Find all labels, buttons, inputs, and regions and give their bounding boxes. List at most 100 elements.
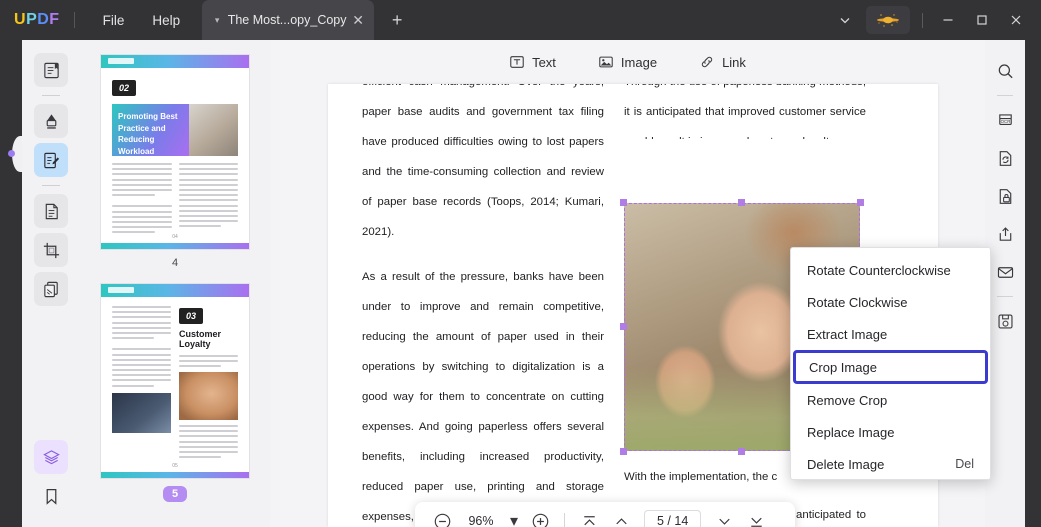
tool-sidebar: [22, 40, 80, 527]
thumbnail-panel[interactable]: 02 Promoting Best Practice and Reducing …: [80, 40, 270, 527]
resize-handle-top-left[interactable]: [620, 199, 627, 206]
menu-help[interactable]: Help: [138, 7, 194, 34]
window-right-edge: [1025, 40, 1041, 527]
menu-label-rotate-ccw: Rotate Counterclockwise: [807, 262, 951, 278]
thumb-chip-4: 02: [112, 80, 137, 96]
paragraph-2: As a result of the pressure, banks have …: [362, 271, 604, 523]
email-icon[interactable]: [990, 257, 1020, 287]
previous-page-button[interactable]: [606, 506, 636, 527]
menu-rotate-clockwise[interactable]: Rotate Clockwise: [791, 286, 990, 318]
app-shell: 02 Promoting Best Practice and Reducing …: [0, 40, 1041, 527]
right-rail-divider-1: [997, 95, 1013, 96]
search-icon[interactable]: [990, 56, 1020, 86]
page-left-column[interactable]: efficient cash management. Over the year…: [362, 84, 604, 527]
sidebar-item-annotate[interactable]: [34, 104, 68, 138]
logo-letter-d: D: [37, 11, 50, 28]
menu-replace-image[interactable]: Replace Image: [791, 416, 990, 448]
sidebar-item-reader[interactable]: [34, 53, 68, 87]
menu-label-rotate-cw: Rotate Clockwise: [807, 294, 908, 310]
document-tab[interactable]: ▾ The Most...opy_Copy ✕: [202, 0, 375, 40]
logo-letter-f: F: [49, 11, 60, 28]
window-controls-divider: [922, 12, 923, 28]
chevron-down-icon[interactable]: [828, 6, 862, 34]
resize-handle-bottom-center[interactable]: [738, 448, 745, 455]
menu-label-crop-image: Crop Image: [809, 359, 877, 375]
thumb-photo-callcenter-5: [179, 372, 238, 421]
menu-extract-image[interactable]: Extract Image: [791, 318, 990, 350]
thumbnail-number-4[interactable]: 4: [172, 257, 178, 269]
close-button[interactable]: [999, 6, 1033, 34]
menu-delete-image[interactable]: Delete Image Del: [791, 448, 990, 480]
panel-collapse-dot-icon[interactable]: [8, 150, 15, 157]
tab-close-icon[interactable]: ✕: [350, 12, 366, 29]
menu-label-delete-image: Delete Image: [807, 456, 885, 472]
resize-handle-bottom-left[interactable]: [620, 448, 627, 455]
ai-sparkle-icon[interactable]: [866, 6, 910, 34]
sidebar-item-organize-pages[interactable]: [34, 272, 68, 306]
page-indicator[interactable]: 5 / 14: [644, 510, 702, 527]
convert-icon[interactable]: [990, 143, 1020, 173]
menu-file[interactable]: File: [89, 7, 139, 34]
sidebar-item-layers[interactable]: [34, 440, 68, 474]
thumbnail-page-4[interactable]: 02 Promoting Best Practice and Reducing …: [100, 54, 250, 250]
edit-text-button[interactable]: Text: [509, 54, 556, 70]
ocr-icon[interactable]: OCR: [990, 105, 1020, 135]
link-icon: [701, 56, 713, 68]
updf-logo: UPDF: [14, 11, 60, 29]
zoom-level-value[interactable]: 96%: [459, 514, 503, 527]
edit-link-button[interactable]: Link: [699, 54, 746, 70]
edit-text-label: Text: [532, 54, 556, 70]
paragraph-1: efficient cash management. Over the year…: [362, 84, 604, 238]
page-right-column-top[interactable]: Through the use of paperless banking met…: [624, 84, 866, 139]
sidebar-item-bookmark[interactable]: [34, 479, 68, 513]
right-rail-divider-2: [997, 296, 1013, 297]
right-tool-rail: OCR: [985, 40, 1025, 527]
sidebar-item-page[interactable]: [34, 194, 68, 228]
maximize-button[interactable]: [965, 6, 999, 34]
menu-shortcut-delete-image: Del: [955, 457, 974, 471]
zoom-dropdown-icon[interactable]: ▾: [505, 506, 523, 527]
menu-rotate-counterclockwise[interactable]: Rotate Counterclockwise: [791, 254, 990, 286]
tool-divider-2: [42, 185, 60, 186]
thumb-logo-icon: [108, 58, 134, 64]
left-rail: [0, 40, 28, 527]
thumb-headline-5: Customer Loyalty: [179, 329, 222, 350]
paragraph-3: Through the use of paperless banking met…: [624, 84, 866, 139]
thumbnail-number-5[interactable]: 5: [162, 486, 188, 502]
new-tab-button[interactable]: +: [386, 10, 408, 31]
zoom-in-button[interactable]: [525, 506, 555, 527]
thumb-chip-5: 03: [179, 308, 204, 324]
protect-lock-icon[interactable]: [990, 181, 1020, 211]
save-as-other-icon[interactable]: [990, 306, 1020, 336]
resize-handle-top-right[interactable]: [857, 199, 864, 206]
resize-handle-middle-left[interactable]: [620, 323, 627, 330]
thumb-photo-4: [188, 104, 238, 156]
last-page-button[interactable]: [741, 506, 771, 527]
minimize-button[interactable]: [931, 6, 965, 34]
svg-text:OCR: OCR: [1000, 119, 1010, 124]
thumbnail-page-5[interactable]: 03 Customer Loyalty 05: [100, 283, 250, 479]
menu-remove-crop[interactable]: Remove Crop: [791, 384, 990, 416]
menu-crop-image[interactable]: Crop Image: [793, 350, 988, 384]
logo-letter-u: U: [14, 11, 27, 28]
share-icon[interactable]: [990, 219, 1020, 249]
resize-handle-top-center[interactable]: [738, 199, 745, 206]
title-bar: UPDF File Help ▾ The Most...opy_Copy ✕ +: [0, 0, 1041, 40]
sidebar-item-crop[interactable]: [34, 233, 68, 267]
thumb-footer-band-5: [101, 472, 249, 478]
edit-image-label: Image: [620, 54, 658, 70]
menu-label-remove-crop: Remove Crop: [807, 392, 888, 408]
image-context-menu[interactable]: Rotate Counterclockwise Rotate Clockwise…: [790, 247, 991, 480]
window-controls: [828, 6, 1041, 34]
text-icon: [510, 56, 524, 68]
thumb-page-label-4: 04: [172, 234, 178, 240]
edit-image-button[interactable]: Image: [598, 54, 657, 70]
zoom-out-button[interactable]: [427, 506, 457, 527]
thumb-footer-band: [101, 243, 249, 249]
first-page-button[interactable]: [574, 506, 604, 527]
tab-caret-icon[interactable]: ▾: [210, 15, 224, 26]
next-page-button[interactable]: [709, 506, 739, 527]
edit-link-label: Link: [722, 54, 746, 70]
sidebar-item-edit-pdf[interactable]: [34, 143, 68, 177]
menu-label-extract-image: Extract Image: [807, 326, 888, 342]
